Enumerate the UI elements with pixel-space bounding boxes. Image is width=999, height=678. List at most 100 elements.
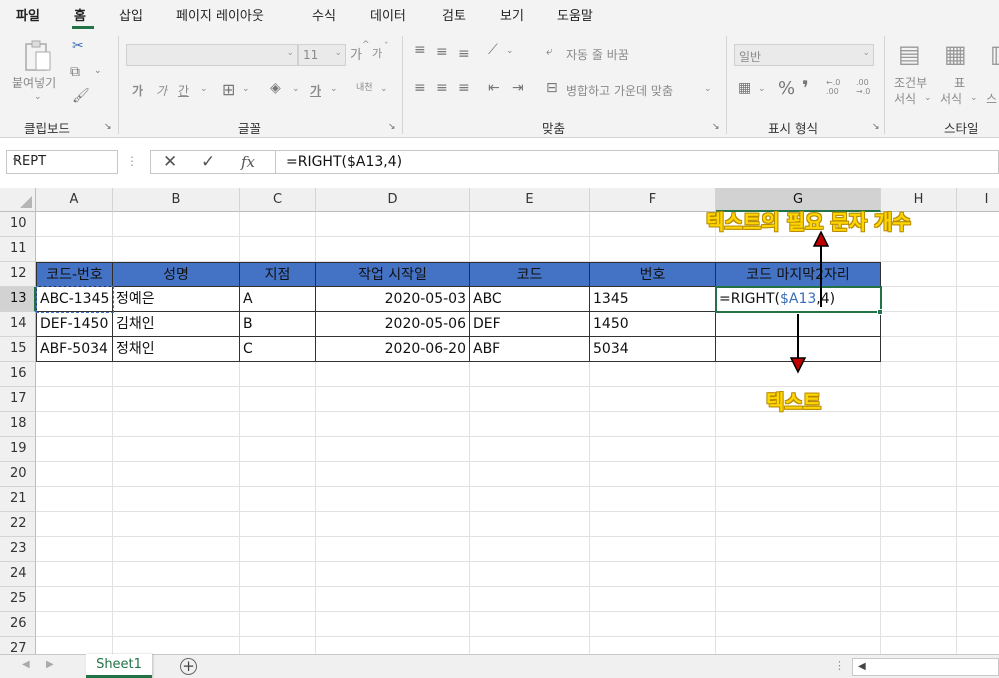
cell-e15[interactable]: ABF [470,337,590,362]
cell-f14[interactable]: 1450 [590,312,716,337]
cell-c13[interactable]: A [240,287,316,312]
phonetic-dropdown-icon[interactable]: ⌄ [380,84,388,94]
wrap-text-button[interactable]: 자동 줄 바꿈 [566,46,629,63]
insert-function-icon[interactable]: fx [241,153,255,171]
row-header-19[interactable]: 19 [0,437,36,462]
row-header-26[interactable]: 26 [0,612,36,637]
header-cell-code-number[interactable]: 코드-번호 [36,262,113,287]
decrease-indent-icon[interactable]: ⇤ [488,80,500,96]
cell-a14[interactable]: DEF-1450 [36,312,113,337]
accounting-format-icon[interactable]: ▦ [738,80,751,96]
cell-a15[interactable]: ABF-5034 [36,337,113,362]
prev-sheet-icon[interactable]: ◀ [22,659,30,670]
column-header-i[interactable]: I [957,188,999,212]
row-header-13[interactable]: 13 [0,287,36,312]
row-header-14[interactable]: 14 [0,312,36,337]
tab-page-layout[interactable]: 페이지 레이아웃 [176,5,264,24]
sheet-tab-sheet1[interactable]: Sheet1 [86,654,152,678]
conditional-formatting-icon[interactable]: ▤ [898,40,921,68]
scroll-left-icon[interactable]: ◀ [858,661,866,672]
align-middle-icon[interactable]: ≡ [436,44,448,60]
header-cell-name[interactable]: 성명 [113,262,240,287]
row-header-16[interactable]: 16 [0,362,36,387]
tab-insert[interactable]: 삽입 [119,5,143,24]
number-launcher-icon[interactable]: ↘ [872,122,880,132]
underline-button[interactable]: 간 [178,82,189,99]
table-dropdown-icon[interactable]: ⌄ [970,93,978,103]
cell-d13[interactable]: 2020-05-03 [316,287,470,312]
header-cell-number[interactable]: 번호 [590,262,716,287]
font-name-combo[interactable]: ⌄ [126,44,298,66]
row-header-20[interactable]: 20 [0,462,36,487]
row-header-22[interactable]: 22 [0,512,36,537]
formula-bar-splitter-icon[interactable]: ⋮ [126,154,138,168]
cell-d15[interactable]: 2020-06-20 [316,337,470,362]
row-header-24[interactable]: 24 [0,562,36,587]
row-header-18[interactable]: 18 [0,412,36,437]
italic-button[interactable]: 가 [156,82,167,99]
align-top-icon[interactable]: ≡ [414,42,426,58]
font-size-combo[interactable]: 11 ⌄ [298,44,346,66]
conditional-dropdown-icon[interactable]: ⌄ [924,93,932,103]
shrink-font-button[interactable]: 가 [372,45,382,61]
underline-dropdown-icon[interactable]: ⌄ [200,84,208,94]
comma-button[interactable]: ❜ [802,76,809,100]
format-as-table-label-2[interactable]: 서식 [940,90,962,107]
column-header-d[interactable]: D [316,188,470,212]
header-cell-start-date[interactable]: 작업 시작일 [316,262,470,287]
header-cell-branch[interactable]: 지점 [240,262,316,287]
cell-styles-icon[interactable]: ▥ [990,40,999,68]
format-as-table-label-1[interactable]: 표 [954,74,965,91]
merge-dropdown-icon[interactable]: ⌄ [704,84,712,94]
name-box-dropdown-icon[interactable]: ▾ [13,156,111,166]
tab-file[interactable]: 파일 [16,5,40,24]
conditional-formatting-label-1[interactable]: 조건부 [894,74,927,91]
cell-b13[interactable]: 정예은 [113,287,240,312]
formula-input[interactable]: =RIGHT($A13,4) [276,150,999,174]
fill-handle[interactable] [877,309,883,315]
copy-icon[interactable]: ⧉ [70,64,80,80]
column-header-f[interactable]: F [590,188,716,212]
cell-c14[interactable]: B [240,312,316,337]
row-header-11[interactable]: 11 [0,237,36,262]
font-color-button[interactable]: 가 [310,82,321,99]
align-right-icon[interactable]: ≡ [458,80,470,96]
column-header-e[interactable]: E [470,188,590,212]
row-header-27[interactable]: 27 [0,637,36,655]
accounting-dropdown-icon[interactable]: ⌄ [758,84,766,94]
paste-button[interactable] [22,38,52,74]
row-header-21[interactable]: 21 [0,487,36,512]
increase-indent-icon[interactable]: ⇥ [512,80,524,96]
grow-font-button[interactable]: 가 [350,44,362,63]
next-sheet-icon[interactable]: ▶ [46,659,54,670]
cell-d14[interactable]: 2020-05-06 [316,312,470,337]
horizontal-scrollbar[interactable]: ◀ [852,658,999,676]
column-header-b[interactable]: B [113,188,240,212]
enter-icon[interactable]: ✓ [201,152,215,172]
number-format-combo[interactable]: 일반 ⌄ [734,44,874,66]
orientation-icon[interactable]: ⟋ [488,42,498,58]
fill-dropdown-icon[interactable]: ⌄ [292,84,300,94]
cell-b14[interactable]: 김채인 [113,312,240,337]
copy-dropdown-icon[interactable]: ⌄ [94,66,102,76]
cell-e14[interactable]: DEF [470,312,590,337]
cell-b15[interactable]: 정채인 [113,337,240,362]
tab-data[interactable]: 데이터 [370,5,406,24]
percent-button[interactable]: % [778,78,795,99]
cut-icon[interactable]: ✂ [72,38,84,54]
format-painter-icon[interactable]: 🖌 [72,88,90,104]
conditional-formatting-label-2[interactable]: 서식 [894,90,916,107]
tab-splitter-icon[interactable]: ⋮ [834,659,845,672]
merge-center-icon[interactable]: ⊟ [546,80,558,96]
align-center-icon[interactable]: ≡ [436,80,448,96]
alignment-launcher-icon[interactable]: ↘ [712,122,720,132]
cell-styles-label[interactable]: 스 [986,90,997,107]
borders-icon[interactable]: ⊞ [222,80,235,99]
paste-dropdown-icon[interactable]: ⌄ [34,92,42,102]
borders-dropdown-icon[interactable]: ⌄ [242,84,250,94]
clipboard-launcher-icon[interactable]: ↘ [104,122,112,132]
cell-e13[interactable]: ABC [470,287,590,312]
tab-formulas[interactable]: 수식 [312,5,336,24]
bold-button[interactable]: 가 [132,82,143,99]
tab-help[interactable]: 도움말 [557,5,593,24]
